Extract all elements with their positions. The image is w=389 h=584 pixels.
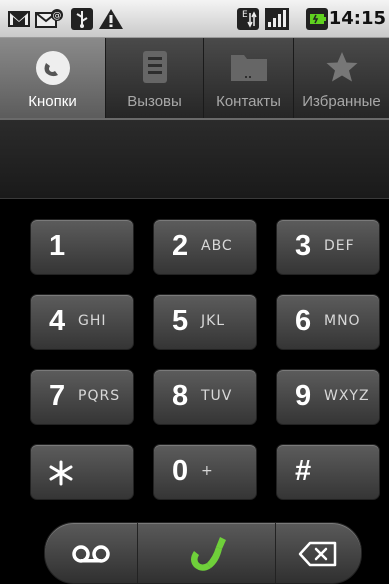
call-log-icon (142, 51, 167, 83)
backspace-button[interactable] (276, 523, 361, 583)
key-3[interactable]: 3 DEF (276, 219, 380, 275)
status-time: 14:15 (328, 8, 386, 29)
key-hash[interactable]: # (276, 444, 380, 500)
key-digit: 7 (49, 380, 66, 412)
tab-label: Вызовы (127, 93, 182, 110)
signal-icon (265, 8, 289, 30)
voicemail-icon (72, 545, 110, 563)
key-letters: GHI (78, 313, 107, 329)
tab-bar: Кнопки Вызовы Контакты Избранные (0, 38, 389, 118)
tab-call-log[interactable]: Вызовы (106, 38, 204, 118)
key-letters: MNO (324, 313, 361, 329)
key-digit: 4 (49, 305, 66, 337)
key-letters: ABC (201, 238, 233, 254)
call-icon (191, 537, 226, 571)
status-bar: @ E 14:15 (0, 0, 389, 38)
svg-text:@: @ (53, 11, 62, 21)
svg-text:E: E (242, 10, 248, 20)
key-digit: # (295, 455, 312, 487)
backspace-icon (298, 541, 337, 567)
key-letters: + (201, 463, 214, 479)
key-6[interactable]: 6 MNO (276, 294, 380, 350)
warning-icon (99, 9, 123, 29)
key-digit: 5 (172, 305, 189, 337)
key-star[interactable] (30, 444, 134, 500)
battery-icon (306, 8, 328, 30)
dialer-action-bar (44, 522, 362, 584)
key-letters: WXYZ (324, 388, 370, 404)
asterisk-icon (49, 460, 73, 486)
tab-favorites[interactable]: Избранные (294, 38, 389, 118)
phone-handset-icon (35, 51, 70, 85)
key-1[interactable]: 1 (30, 219, 134, 275)
data-network-icon: E (237, 8, 259, 30)
key-digit: 0 (172, 455, 189, 487)
key-digit: 3 (295, 230, 312, 262)
key-9[interactable]: 9 WXYZ (276, 369, 380, 425)
key-digit: 9 (295, 380, 312, 412)
tab-label: Кнопки (28, 93, 77, 110)
key-7[interactable]: 7 PQRS (30, 369, 134, 425)
key-5[interactable]: 5 JKL (153, 294, 257, 350)
key-0[interactable]: 0 + (153, 444, 257, 500)
key-digit: 2 (172, 230, 189, 262)
contacts-icon (230, 55, 267, 81)
number-display[interactable] (0, 120, 389, 199)
tab-dialer[interactable]: Кнопки (0, 38, 106, 118)
gmail-icon (8, 11, 30, 27)
tab-label: Избранные (302, 93, 381, 110)
email-icon: @ (35, 9, 63, 28)
key-digit: 6 (295, 305, 312, 337)
key-letters: PQRS (78, 388, 121, 404)
key-2[interactable]: 2 ABC (153, 219, 257, 275)
key-digit: 1 (49, 230, 66, 262)
usb-icon (71, 8, 93, 30)
voicemail-button[interactable] (45, 523, 137, 583)
key-digit: 8 (172, 380, 189, 412)
star-icon (326, 52, 357, 82)
call-button[interactable] (138, 523, 275, 583)
tab-label: Контакты (216, 93, 281, 110)
key-letters: TUV (201, 388, 233, 404)
key-letters: DEF (324, 238, 355, 254)
key-8[interactable]: 8 TUV (153, 369, 257, 425)
tab-contacts[interactable]: Контакты (204, 38, 294, 118)
key-4[interactable]: 4 GHI (30, 294, 134, 350)
key-letters: JKL (201, 313, 226, 329)
